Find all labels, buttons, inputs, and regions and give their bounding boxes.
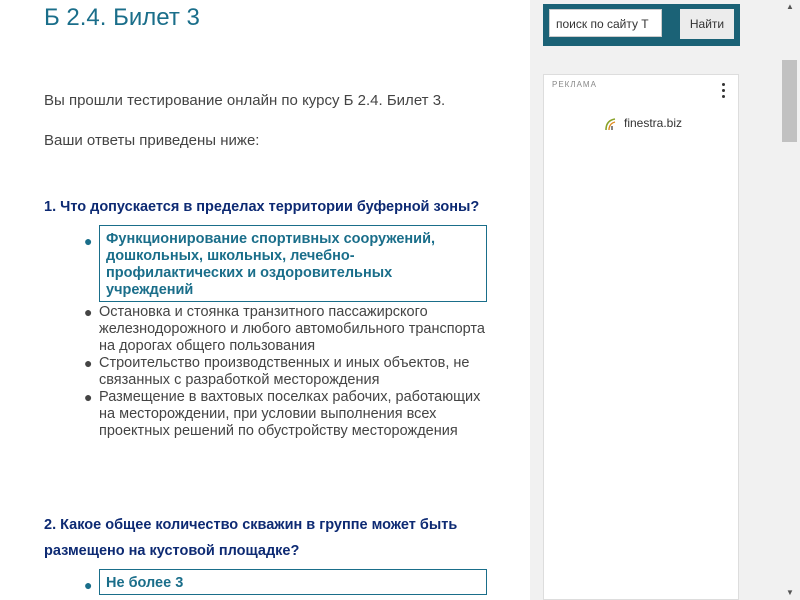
- question-text: Что допускается в пределах территории бу…: [60, 199, 480, 215]
- bullet-icon: ●: [84, 233, 93, 249]
- ad-block[interactable]: РЕКЛАМА finestra.biz: [543, 74, 739, 600]
- scroll-down-icon[interactable]: ▼: [780, 586, 800, 600]
- list-item: ● Остановка и стоянка транзитного пассаж…: [80, 304, 490, 355]
- answer-text: Строительство производственных и иных об…: [99, 355, 470, 388]
- answer-list-2: ● Не более 3: [80, 569, 490, 597]
- ad-label: РЕКЛАМА: [552, 80, 597, 89]
- correct-answer: Функционирование спортивных сооружений, …: [99, 225, 487, 302]
- bullet-icon: ●: [84, 355, 93, 371]
- search-button[interactable]: Найти: [680, 9, 734, 39]
- answer-text: Остановка и стоянка транзитного пассажир…: [99, 304, 485, 354]
- answer-text: Размещение в вахтовых поселках рабочих, …: [99, 389, 481, 439]
- bullet-icon: ●: [84, 304, 93, 320]
- scroll-up-icon[interactable]: ▲: [780, 0, 800, 14]
- question-text: Какое общее количество скважин в группе …: [44, 517, 458, 559]
- page-title: Б 2.4. Билет 3: [44, 4, 200, 31]
- question-1: 1. Что допускается в пределах территории…: [44, 194, 514, 220]
- list-item: ● Размещение в вахтовых поселках рабочих…: [80, 389, 490, 440]
- intro-text: Вы прошли тестирование онлайн по курсу Б…: [44, 92, 446, 109]
- search-input[interactable]: поиск по сайту Т: [549, 9, 662, 37]
- scrollbar[interactable]: ▲ ▼: [780, 0, 800, 600]
- bullet-icon: ●: [84, 577, 93, 593]
- more-vert-icon[interactable]: [722, 83, 726, 99]
- list-item: ● Не более 3: [80, 569, 490, 595]
- question-number: 1.: [44, 199, 57, 215]
- page: Б 2.4. Билет 3 Вы прошли тестирование он…: [0, 0, 800, 600]
- question-number: 2.: [44, 517, 57, 533]
- question-2: 2. Какое общее количество скважин в груп…: [44, 512, 504, 564]
- scroll-thumb[interactable]: [782, 60, 797, 142]
- answer-list-1: ● Функционирование спортивных сооружений…: [80, 225, 490, 440]
- answers-intro-text: Ваши ответы приведены ниже:: [44, 132, 260, 149]
- ad-link[interactable]: finestra.biz: [624, 116, 682, 130]
- correct-answer: Не более 3: [99, 569, 487, 595]
- finestra-logo-icon: [605, 118, 616, 131]
- main-content: Б 2.4. Билет 3 Вы прошли тестирование он…: [0, 0, 530, 600]
- list-item: ● Функционирование спортивных сооружений…: [80, 225, 490, 302]
- list-item: ● Строительство производственных и иных …: [80, 355, 490, 389]
- search-form: поиск по сайту Т Найти: [543, 4, 740, 46]
- bullet-icon: ●: [84, 389, 93, 405]
